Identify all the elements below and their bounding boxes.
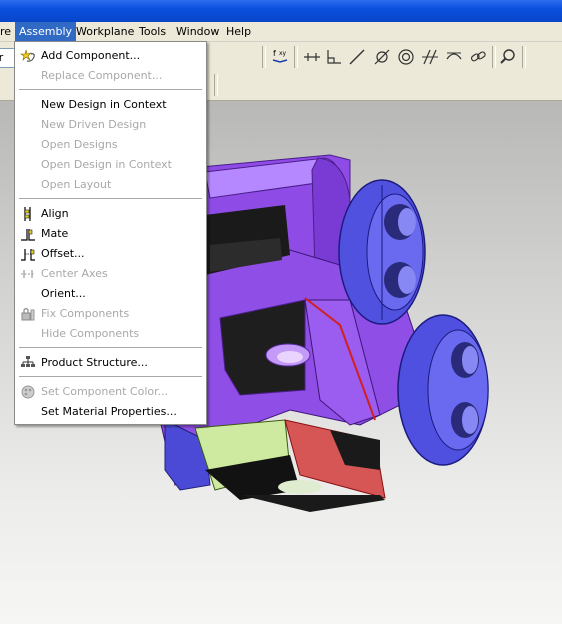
menu-workplane[interactable]: Workplane xyxy=(72,22,138,41)
assembly-menu-dropdown: Add Component... Replace Component... Ne… xyxy=(14,41,207,425)
align-icon xyxy=(24,207,31,221)
menu-item-center-axes[interactable]: Center Axes xyxy=(16,264,205,284)
menu-item-label: Product Structure... xyxy=(41,356,148,369)
point-icon[interactable] xyxy=(302,47,322,67)
angle-icon[interactable] xyxy=(372,47,392,67)
zoom-icon[interactable] xyxy=(498,47,518,67)
menu-item-hide-components[interactable]: Hide Components xyxy=(16,324,205,344)
menu-window[interactable]: Window xyxy=(172,22,223,41)
menu-separator xyxy=(19,347,202,348)
menu-item-label: Open Layout xyxy=(41,178,112,191)
menu-item-label: Replace Component... xyxy=(41,69,163,82)
menu-item-label: Set Material Properties... xyxy=(41,405,177,418)
product-structure-icon xyxy=(21,356,35,367)
menu-item-replace-component[interactable]: Replace Component... xyxy=(16,66,205,86)
perpendicular-icon[interactable] xyxy=(324,47,344,67)
menu-item-label: Orient... xyxy=(41,287,86,300)
fix-components-icon xyxy=(21,307,35,321)
toolbar-separator xyxy=(214,74,218,96)
variable-icon[interactable]: f xy xyxy=(270,47,290,67)
menu-item-label: Set Component Color... xyxy=(41,385,169,398)
menu-file-partial[interactable]: re xyxy=(0,22,15,41)
chain-icon[interactable] xyxy=(468,47,488,67)
color-icon xyxy=(21,385,35,399)
offset-icon xyxy=(21,249,35,261)
toolbar-dropdown-partial[interactable]: er A xyxy=(0,48,15,68)
menu-tools[interactable]: Tools xyxy=(135,22,170,41)
menu-separator xyxy=(19,89,202,90)
menu-item-label: Align xyxy=(41,207,69,220)
parallel-icon[interactable] xyxy=(420,47,440,67)
menu-item-fix-components[interactable]: Fix Components xyxy=(16,304,205,324)
menu-item-label: Open Designs xyxy=(41,138,118,151)
menu-item-label: New Driven Design xyxy=(41,118,147,131)
toolbar-separator xyxy=(522,46,526,68)
menu-item-add-component[interactable]: Add Component... xyxy=(16,46,205,66)
menu-item-open-design-in-context[interactable]: Open Design in Context xyxy=(16,155,205,175)
menu-item-offset[interactable]: Offset... xyxy=(16,244,205,264)
mate-icon xyxy=(21,229,35,241)
menu-item-new-design-in-context[interactable]: New Design in Context xyxy=(16,95,205,115)
menu-item-label: New Design in Context xyxy=(41,98,167,111)
menu-item-product-structure[interactable]: Product Structure... xyxy=(16,353,205,373)
toolbar-separator xyxy=(294,46,298,68)
menu-item-label: Fix Components xyxy=(41,307,130,320)
toolbar-separator xyxy=(492,46,496,68)
menu-item-new-driven-design[interactable]: New Driven Design xyxy=(16,115,205,135)
menu-item-mate[interactable]: Mate xyxy=(16,224,205,244)
menu-bar: re Assembly Workplane Tools Window Help xyxy=(0,22,562,42)
menu-item-set-material-properties[interactable]: Set Material Properties... xyxy=(16,402,205,422)
menu-assembly[interactable]: Assembly xyxy=(15,22,77,41)
menu-item-label: Offset... xyxy=(41,247,85,260)
circle-icon[interactable] xyxy=(396,47,416,67)
menu-item-label: Mate xyxy=(41,227,69,240)
menu-item-label: Center Axes xyxy=(41,267,108,280)
menu-item-set-component-color[interactable]: Set Component Color... xyxy=(16,382,205,402)
menu-item-label: Hide Components xyxy=(41,327,140,340)
tangent-icon[interactable] xyxy=(444,47,464,67)
menu-item-open-designs[interactable]: Open Designs xyxy=(16,135,205,155)
svg-text:xy: xy xyxy=(279,50,287,57)
menu-item-align[interactable]: Align xyxy=(16,204,205,224)
menu-help[interactable]: Help xyxy=(222,22,255,41)
add-component-icon xyxy=(20,49,35,62)
toolbar-dropdown-text: er A xyxy=(0,51,14,67)
center-axes-icon xyxy=(21,270,35,278)
title-bar xyxy=(0,0,562,22)
menu-item-orient[interactable]: Orient... xyxy=(16,284,205,304)
menu-separator xyxy=(19,198,202,199)
svg-text:f: f xyxy=(273,49,276,58)
line-icon[interactable] xyxy=(347,47,367,67)
menu-item-label: Add Component... xyxy=(41,49,141,62)
toolbar-separator xyxy=(262,46,266,68)
menu-separator xyxy=(19,376,202,377)
menu-item-label: Open Design in Context xyxy=(41,158,172,171)
menu-item-open-layout[interactable]: Open Layout xyxy=(16,175,205,195)
